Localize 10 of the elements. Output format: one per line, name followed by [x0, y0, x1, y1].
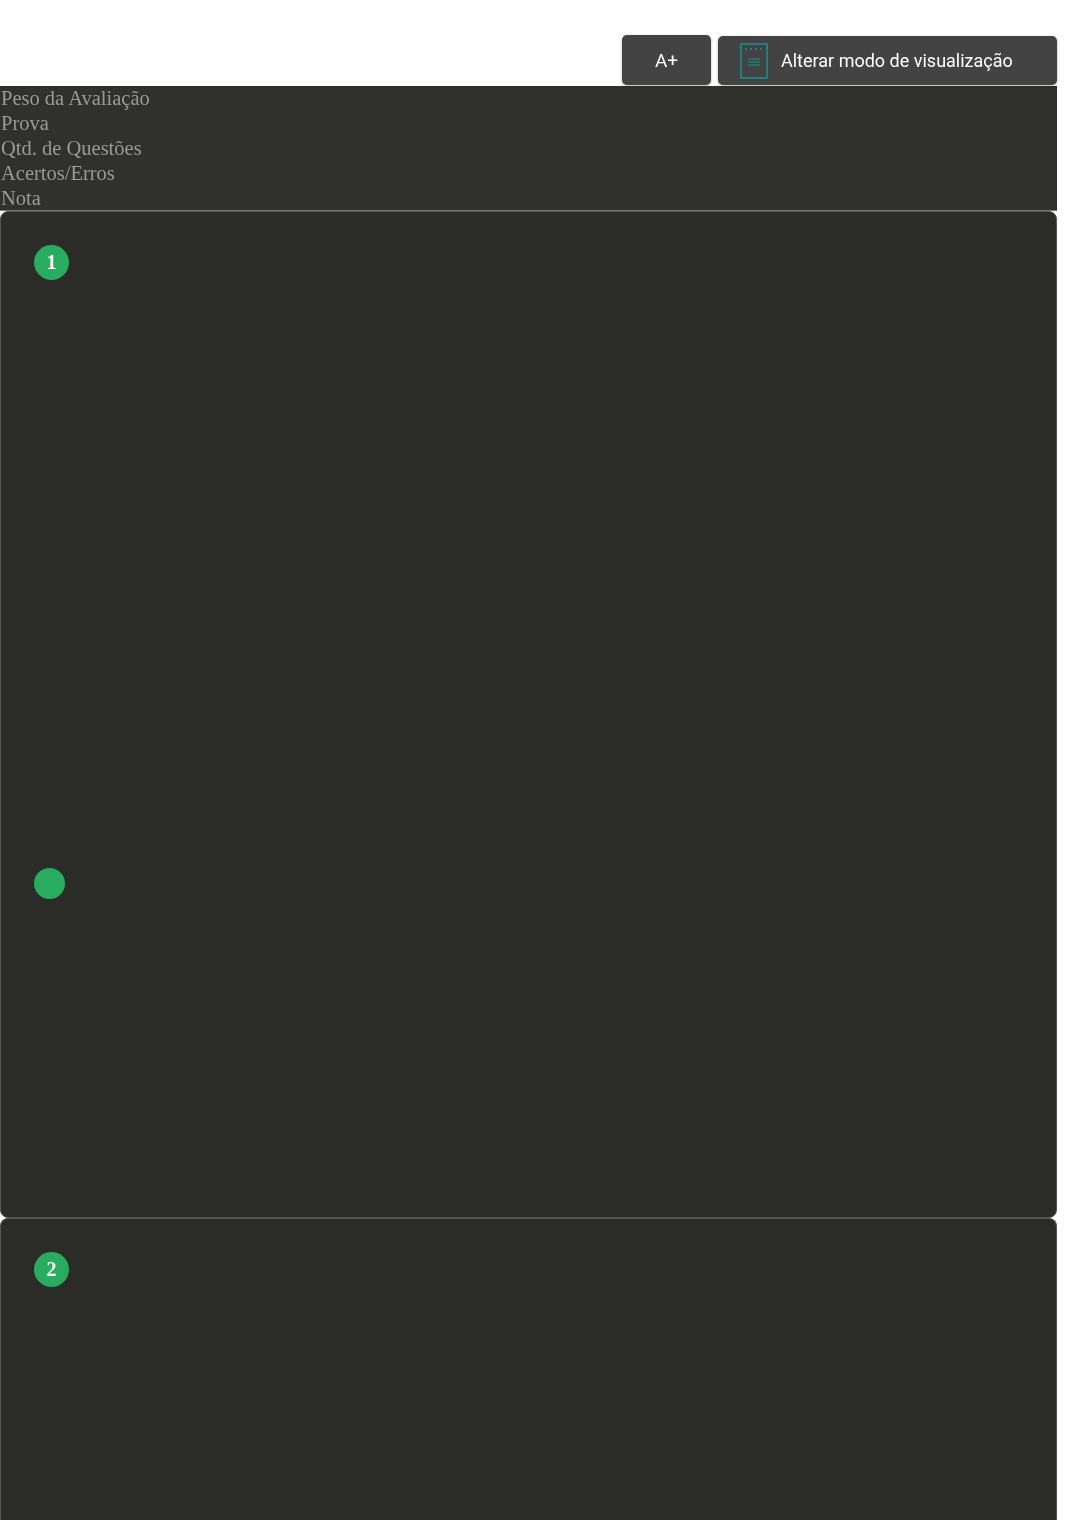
column-label: Nota [1, 186, 42, 211]
number-badge: 1 [34, 245, 69, 280]
column-label: Peso da Avaliação [1, 86, 151, 111]
number-badge: 2 [34, 1252, 69, 1287]
column-label: Qtd. de Questões [1, 136, 143, 161]
document-icon [740, 42, 768, 79]
column-label: Acertos/Erros [1, 161, 116, 186]
column-label: Prova [1, 111, 50, 136]
view-mode-button[interactable]: Alterar modo de visualização [718, 36, 1057, 85]
font-size-button[interactable]: A+ [622, 35, 711, 85]
